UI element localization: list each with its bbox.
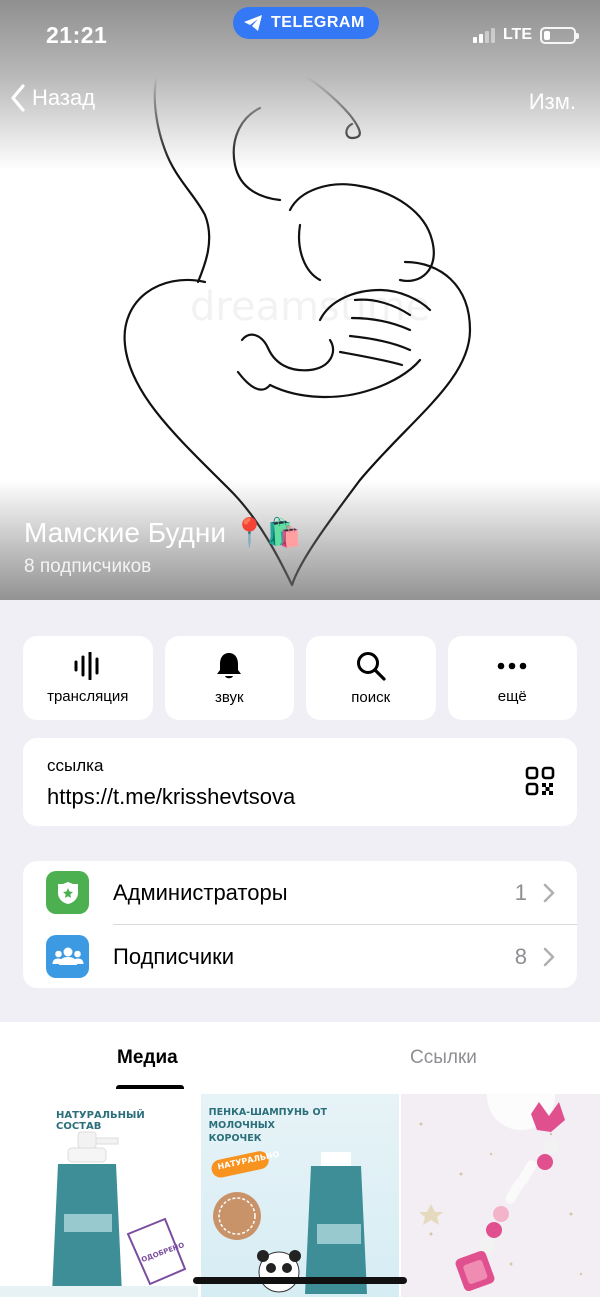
pacifier-clip-image: [419, 1094, 583, 1292]
media-thumbnail[interactable]: [401, 1094, 600, 1297]
bell-icon: [217, 652, 242, 678]
shield-icon: [46, 871, 89, 914]
sound-label: звук: [214, 688, 244, 706]
tab-media[interactable]: Медиа: [117, 1047, 178, 1069]
broadcast-label: трансляция: [47, 687, 129, 705]
edit-button[interactable]: Изм.: [529, 89, 576, 115]
more-button[interactable]: ещё: [447, 636, 577, 720]
telegram-pill-label: TELEGRAM: [271, 14, 365, 31]
subscriber-count: 8 подписчиков: [24, 556, 152, 577]
link-url[interactable]: https://t.me/krisshevtsova: [47, 784, 295, 810]
administrators-label: Администраторы: [113, 879, 288, 905]
home-indicator[interactable]: [193, 1277, 407, 1284]
search-label: поиск: [351, 688, 391, 706]
sound-button[interactable]: звук: [164, 636, 294, 720]
search-button[interactable]: поиск: [306, 636, 436, 720]
more-label: ещё: [497, 687, 527, 705]
search-icon: [356, 651, 386, 681]
subscribers-label: Подписчики: [113, 943, 235, 969]
more-icon: [497, 662, 527, 669]
status-indicators: LTE: [472, 26, 579, 44]
shampoo-bottle-image: [211, 1151, 367, 1294]
chevron-right-icon: [543, 883, 555, 902]
action-buttons-row: трансляция звук поиск ещё: [23, 636, 577, 720]
foam-bottle-image: ОДОБРЕНО: [0, 1131, 198, 1297]
chevron-left-icon: [11, 84, 25, 112]
active-tab-indicator: [116, 1085, 184, 1089]
signal-icon: [472, 27, 495, 43]
watermark: dreamstime: [190, 284, 430, 330]
telegram-plane-icon: [244, 15, 262, 31]
people-icon: [46, 935, 89, 978]
status-time: 21:21: [46, 22, 108, 48]
channel-management-list: Администраторы 1 Подписчики 8: [23, 861, 577, 988]
link-caption: ссылка: [47, 756, 104, 775]
return-to-telegram-pill[interactable]: TELEGRAM: [233, 7, 379, 39]
invite-link-card[interactable]: ссылка https://t.me/krisshevtsova: [23, 738, 577, 826]
media-grid: НАТУРАЛЬНЫЙ СОСТАВ ОДОБРЕНО ПЕНКА-ШАМПУН…: [0, 1094, 600, 1297]
broadcast-icon: [74, 651, 99, 680]
broadcast-button[interactable]: трансляция: [23, 636, 153, 720]
media-thumbnail[interactable]: НАТУРАЛЬНЫЙ СОСТАВ ОДОБРЕНО: [0, 1094, 199, 1297]
back-label: Назад: [32, 85, 96, 110]
administrators-count: 1: [514, 879, 527, 905]
qr-code-icon[interactable]: [525, 766, 555, 796]
subscribers-count: 8: [514, 943, 527, 969]
tab-links[interactable]: Ссылки: [410, 1047, 477, 1069]
battery-icon: [540, 26, 579, 44]
subscribers-row[interactable]: Подписчики 8: [23, 925, 577, 988]
channel-title: Мамские Будни 📍🛍️: [24, 516, 302, 549]
network-type: LTE: [502, 26, 532, 43]
chevron-right-icon: [543, 947, 555, 966]
channel-name: Мамские Будни: [24, 516, 226, 548]
media-thumbnail[interactable]: ПЕНКА-ШАМПУНЬ ОТ МОЛОЧНЫХ КОРОЧЕК НАТУРА…: [200, 1094, 400, 1297]
back-button[interactable]: Назад: [10, 84, 95, 112]
channel-emoji: 📍🛍️: [231, 517, 302, 548]
administrators-row[interactable]: Администраторы 1: [23, 861, 577, 924]
